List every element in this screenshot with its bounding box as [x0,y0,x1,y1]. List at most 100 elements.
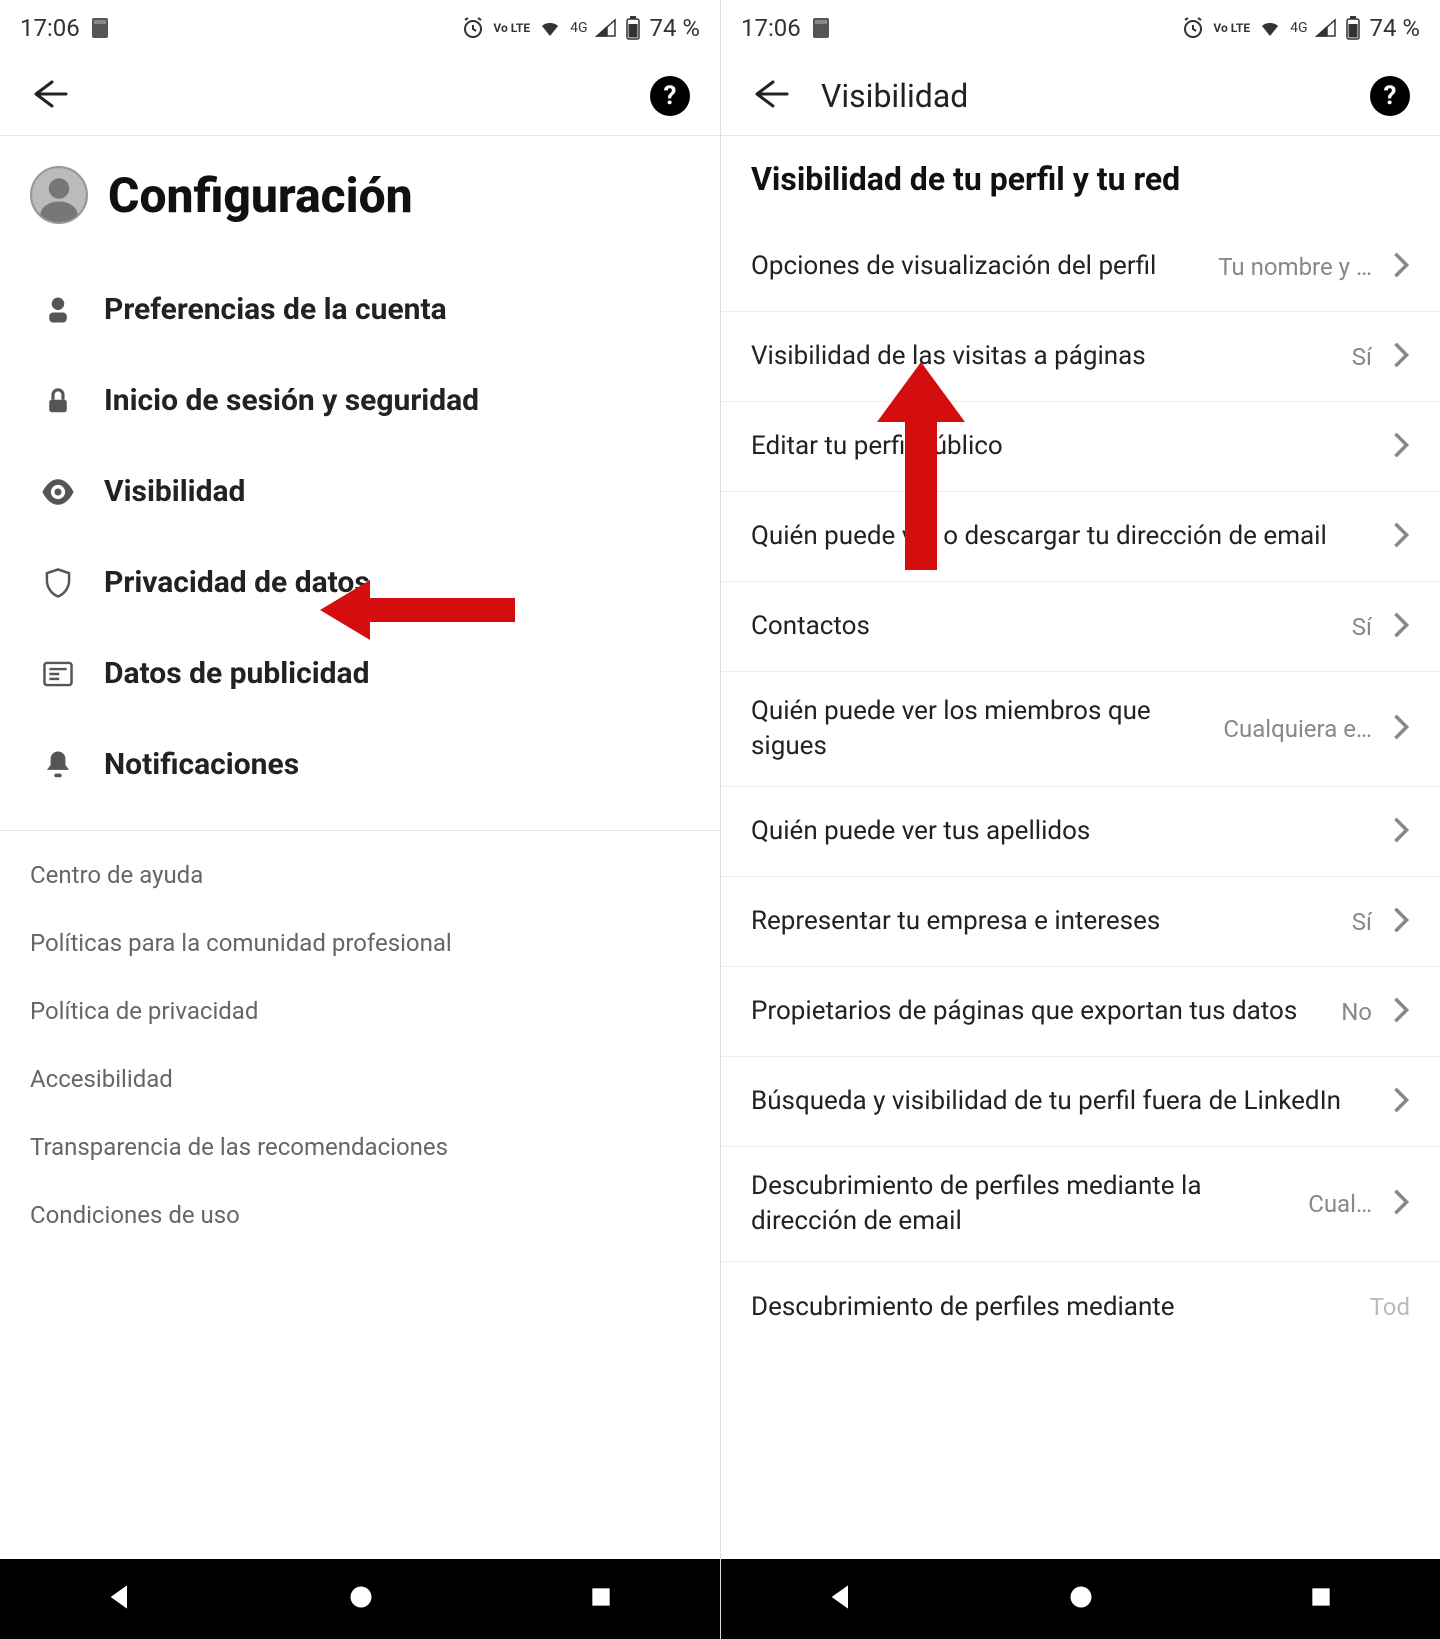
link-terms[interactable]: Condiciones de uso [0,1181,720,1249]
battery-percent: 74 % [1369,14,1420,42]
signal-icon [1315,18,1337,38]
chevron-right-icon [1392,611,1410,643]
wifi-icon [538,18,562,38]
chevron-right-icon [1392,996,1410,1028]
menu-item-visibility[interactable]: Visibilidad [0,446,720,537]
phone-right-visibility: 17:06 Vo LTE 4G 74 % Vis [720,0,1440,1639]
setting-label: Descubrimiento de perfiles mediante [751,1290,1358,1325]
menu-item-signin[interactable]: Inicio de sesión y seguridad [0,355,720,446]
setting-label: Opciones de visualización del perfil [751,249,1206,284]
secondary-links: Centro de ayuda Políticas para la comuni… [0,841,720,1249]
lock-icon [40,386,76,416]
status-bar: 17:06 Vo LTE 4G 74 % [0,0,720,56]
menu-item-privacy[interactable]: Privacidad de datos [0,537,720,628]
divider [0,830,720,831]
help-button[interactable]: ? [1370,76,1410,116]
menu-label: Preferencias de la cuenta [104,292,447,327]
phone-left-settings: 17:06 Vo LTE 4G 74 % [0,0,720,1639]
setting-label: Quién puede ver o descargar tu dirección… [751,519,1360,554]
chevron-right-icon [1392,521,1410,553]
volte-icon: Vo LTE [493,22,530,34]
app-toolbar: Visibilidad ? [721,56,1440,136]
chevron-right-icon [1392,431,1410,463]
help-button[interactable]: ? [650,76,690,116]
alarm-icon [1181,16,1205,40]
setting-label: Búsqueda y visibilidad de tu perfil fuer… [751,1084,1360,1119]
menu-item-notifications[interactable]: Notificaciones [0,719,720,810]
menu-item-ads[interactable]: Datos de publicidad [0,628,720,719]
nav-home-button[interactable] [347,1583,375,1615]
setting-label: Propietarios de páginas que exportan tus… [751,994,1329,1029]
sim-icon [90,16,110,40]
volte-icon: Vo LTE [1213,22,1250,34]
annotation-arrow-up [871,356,971,576]
battery-icon [625,16,641,40]
setting-value: Tod [1370,1293,1410,1321]
link-privacy-policy[interactable]: Política de privacidad [0,977,720,1045]
setting-value: Cual… [1308,1190,1372,1218]
nav-recents-button[interactable] [588,1584,614,1614]
row-page-visit-visibility[interactable]: Visibilidad de las visitas a páginas Sí [721,312,1440,402]
row-discovery-by-phone[interactable]: Descubrimiento de perfiles mediante Tod [721,1262,1440,1352]
menu-label: Visibilidad [104,474,245,509]
row-email-visibility[interactable]: Quién puede ver o descargar tu dirección… [721,492,1440,582]
setting-label: Quién puede ver tus apellidos [751,814,1360,849]
link-recommendations[interactable]: Transparencia de las recomendaciones [0,1113,720,1181]
back-button[interactable] [30,78,70,114]
row-profile-viewing-options[interactable]: Opciones de visualización del perfil Tu … [721,222,1440,312]
sim-icon [811,16,831,40]
row-lastname-visibility[interactable]: Quién puede ver tus apellidos [721,787,1440,877]
chevron-right-icon [1392,1188,1410,1220]
chevron-right-icon [1392,816,1410,848]
menu-label: Datos de publicidad [104,656,370,691]
visibility-settings-list: Opciones de visualización del perfil Tu … [721,222,1440,1352]
newspaper-icon [40,660,76,688]
nav-home-button[interactable] [1067,1583,1095,1615]
chevron-right-icon [1392,906,1410,938]
signal-icon [595,18,617,38]
row-contacts[interactable]: Contactos Sí [721,582,1440,672]
setting-label: Descubrimiento de perfiles mediante la d… [751,1169,1296,1239]
status-time: 17:06 [20,14,80,42]
back-button[interactable] [751,78,791,114]
nav-back-button[interactable] [106,1583,134,1615]
row-edit-public-profile[interactable]: Editar tu perfil público [721,402,1440,492]
avatar[interactable] [30,166,88,224]
status-time: 17:06 [741,14,801,42]
setting-value: Sí [1352,908,1372,936]
person-icon [40,295,76,325]
row-represent-company[interactable]: Representar tu empresa e intereses Sí [721,877,1440,967]
setting-value: Sí [1352,613,1372,641]
menu-label: Privacidad de datos [104,565,370,600]
setting-label: Representar tu empresa e intereses [751,904,1340,939]
link-community-policies[interactable]: Políticas para la comunidad profesional [0,909,720,977]
nav-back-button[interactable] [827,1583,855,1615]
primary-settings-menu: Preferencias de la cuenta Inicio de sesi… [0,264,720,810]
row-page-owners-export[interactable]: Propietarios de páginas que exportan tus… [721,967,1440,1057]
menu-label: Inicio de sesión y seguridad [104,383,479,418]
menu-item-account[interactable]: Preferencias de la cuenta [0,264,720,355]
section-header: Visibilidad de tu perfil y tu red [721,136,1440,222]
chevron-right-icon [1392,713,1410,745]
page-title: Configuración [108,167,413,224]
setting-label: Quién puede ver los miembros que sigues [751,694,1211,764]
app-toolbar: ? [0,56,720,136]
eye-icon [40,477,76,507]
setting-value: Sí [1352,343,1372,371]
row-discovery-by-email[interactable]: Descubrimiento de perfiles mediante la d… [721,1147,1440,1262]
link-accessibility[interactable]: Accesibilidad [0,1045,720,1113]
network-label: 4G [570,20,587,36]
setting-label: Editar tu perfil público [751,429,1360,464]
setting-label: Visibilidad de las visitas a páginas [751,339,1340,374]
chevron-right-icon [1392,1086,1410,1118]
chevron-right-icon [1392,251,1410,283]
row-off-linkedin-visibility[interactable]: Búsqueda y visibilidad de tu perfil fuer… [721,1057,1440,1147]
battery-percent: 74 % [649,14,700,42]
link-help-center[interactable]: Centro de ayuda [0,841,720,909]
chevron-right-icon [1392,341,1410,373]
bell-icon [40,749,76,781]
nav-recents-button[interactable] [1308,1584,1334,1614]
row-following-visibility[interactable]: Quién puede ver los miembros que sigues … [721,672,1440,787]
settings-header: Configuración [0,136,720,264]
setting-value: Tu nombre y … [1218,253,1372,281]
